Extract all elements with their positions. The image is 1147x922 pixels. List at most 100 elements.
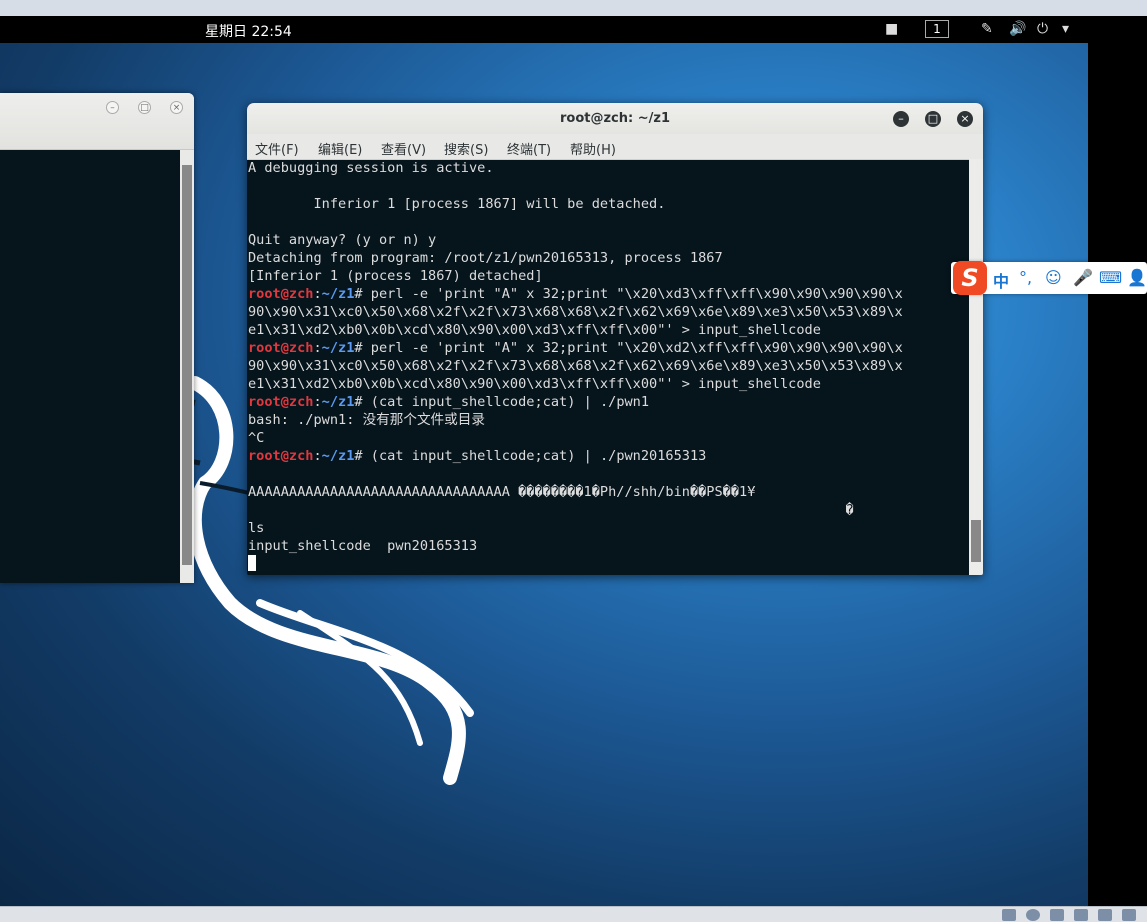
line-text: 90\x90\x31\xc0\x50\x68\x2f\x2f\x73\x68\x… xyxy=(248,304,903,320)
terminal-line: AAAAAAAAAAAAAAAAAAAAAAAAAAAAAAAA �������… xyxy=(248,483,968,501)
terminal-title: root@zch: ~/z1 xyxy=(560,111,670,126)
line-text: bash: ./pwn1: 没有那个文件或目录 xyxy=(248,412,485,428)
volume-icon[interactable]: 🔊 xyxy=(1009,21,1026,37)
disk-icon[interactable] xyxy=(1002,909,1016,921)
terminal-line: 90\x90\x31\xc0\x50\x68\x2f\x2f\x73\x68\x… xyxy=(248,357,968,375)
line-text: Quit anyway? (y or n) y xyxy=(248,232,437,248)
prompt-separator: : xyxy=(313,340,322,356)
workspace-indicator[interactable]: 1 xyxy=(925,20,949,38)
terminal-window: root@zch: ~/z1 – □ × 文件(F) 编辑(E) 查看(V) 搜… xyxy=(247,103,983,575)
background-window-titlebar[interactable]: – □ × xyxy=(0,93,194,150)
menu-help[interactable]: 帮助(H) xyxy=(570,139,616,158)
line-text: # perl -e 'print "A" x 32;print "\x20\xd… xyxy=(354,340,903,356)
sogou-logo-icon[interactable]: S xyxy=(953,261,987,295)
terminal-scrollbar[interactable] xyxy=(969,159,983,575)
line-text: [Inferior 1 (process 1867) detached] xyxy=(248,268,543,284)
ime-toolbar: S 中 °, ☺ 🎤 ⌨ 👤 xyxy=(951,261,1147,295)
display-icon[interactable] xyxy=(1122,909,1136,921)
line-text: A debugging session is active. xyxy=(248,160,494,176)
background-window-scrollbar-thumb[interactable] xyxy=(182,165,192,565)
line-text: # (cat input_shellcode;cat) | ./pwn20165… xyxy=(354,448,707,464)
user-icon[interactable]: 👤 xyxy=(1127,268,1147,287)
terminal-line: Inferior 1 [process 1867] will be detach… xyxy=(248,195,968,213)
prompt-separator: : xyxy=(313,286,322,302)
network-icon[interactable] xyxy=(1050,909,1064,921)
prompt-path: ~/z1 xyxy=(321,286,355,302)
usb-icon[interactable] xyxy=(1074,909,1088,921)
terminal-cursor xyxy=(248,555,256,571)
terminal-output[interactable]: A debugging session is active. Inferior … xyxy=(248,159,968,575)
terminal-line: bash: ./pwn1: 没有那个文件或目录 xyxy=(248,411,968,429)
camera-icon[interactable]: ■ xyxy=(885,21,898,37)
line-text: ^C xyxy=(248,430,265,446)
line-text: Detaching from program: /root/z1/pwn2016… xyxy=(248,250,723,266)
menu-view[interactable]: 查看(V) xyxy=(381,139,426,158)
shared-folder-icon[interactable] xyxy=(1098,909,1112,921)
terminal-line: ls xyxy=(248,519,968,537)
menu-terminal[interactable]: 终端(T) xyxy=(507,139,551,158)
menu-search[interactable]: 搜索(S) xyxy=(444,139,488,158)
microphone-icon[interactable]: 🎤 xyxy=(1073,268,1093,287)
pen-icon[interactable]: ✎ xyxy=(981,21,993,37)
line-text: ls xyxy=(248,520,265,536)
minimize-icon[interactable]: – xyxy=(106,101,119,114)
prompt-user: root@zch xyxy=(248,286,314,302)
maximize-icon[interactable]: □ xyxy=(138,101,151,114)
terminal-line: Quit anyway? (y or n) y xyxy=(248,231,968,249)
terminal-input-line[interactable] xyxy=(248,555,968,573)
prompt-path: ~/z1 xyxy=(321,340,355,356)
ime-punctuation[interactable]: °, xyxy=(1019,268,1032,287)
host-status-bar xyxy=(0,906,1147,922)
line-text: Inferior 1 [process 1867] will be detach… xyxy=(248,196,666,212)
prompt-separator: : xyxy=(313,448,322,464)
line-text: 90\x90\x31\xc0\x50\x68\x2f\x2f\x73\x68\x… xyxy=(248,358,903,374)
terminal-line: 90\x90\x31\xc0\x50\x68\x2f\x2f\x73\x68\x… xyxy=(248,303,968,321)
right-black-area xyxy=(1088,16,1147,906)
minimize-icon[interactable]: – xyxy=(893,111,909,127)
terminal-line: e1\x31\xd2\xb0\x0b\xcd\x80\x90\x00\xd3\x… xyxy=(248,375,968,393)
terminal-line: root@zch:~/z1# (cat input_shellcode;cat)… xyxy=(248,393,968,411)
terminal-line: root@zch:~/z1# perl -e 'print "A" x 32;p… xyxy=(248,285,968,303)
terminal-line: e1\x31\xd2\xb0\x0b\xcd\x80\x90\x00\xd3\x… xyxy=(248,321,968,339)
close-icon[interactable]: × xyxy=(170,101,183,114)
prompt-separator: : xyxy=(313,394,322,410)
smiley-icon[interactable]: ☺ xyxy=(1045,268,1062,287)
ime-chinese-mode[interactable]: 中 xyxy=(993,268,1009,292)
optical-drive-icon[interactable] xyxy=(1026,909,1040,921)
prompt-path: ~/z1 xyxy=(321,448,355,464)
line-text: AAAAAAAAAAAAAAAAAAAAAAAAAAAAAAAA �������… xyxy=(248,484,756,500)
line-text: e1\x31\xd2\xb0\x0b\xcd\x80\x90\x00\xd3\x… xyxy=(248,376,821,392)
prompt-path: ~/z1 xyxy=(321,394,355,410)
terminal-titlebar[interactable]: root@zch: ~/z1 – □ × xyxy=(247,103,983,134)
dropdown-icon[interactable]: ▾ xyxy=(1062,21,1069,37)
terminal-menubar: 文件(F) 编辑(E) 查看(V) 搜索(S) 终端(T) 帮助(H) xyxy=(247,134,983,160)
terminal-line: � xyxy=(248,501,968,519)
terminal-line: ^C xyxy=(248,429,968,447)
menu-file[interactable]: 文件(F) xyxy=(255,139,299,158)
terminal-line: root@zch:~/z1# (cat input_shellcode;cat)… xyxy=(248,447,968,465)
line-text: e1\x31\xd2\xb0\x0b\xcd\x80\x90\x00\xd3\x… xyxy=(248,322,821,338)
menu-edit[interactable]: 编辑(E) xyxy=(318,139,362,158)
terminal-line: A debugging session is active. xyxy=(248,159,968,177)
power-icon[interactable]: ⏻ xyxy=(1037,21,1048,37)
close-icon[interactable]: × xyxy=(957,111,973,127)
background-window-content xyxy=(0,150,180,583)
terminal-line: input_shellcode pwn20165313 xyxy=(248,537,968,555)
line-text: # (cat input_shellcode;cat) | ./pwn1 xyxy=(354,394,650,410)
prompt-user: root@zch xyxy=(248,448,314,464)
clock[interactable]: 星期日 22:54 xyxy=(205,21,292,41)
prompt-user: root@zch xyxy=(248,340,314,356)
keyboard-icon[interactable]: ⌨ xyxy=(1099,268,1122,287)
terminal-scrollbar-thumb[interactable] xyxy=(971,520,981,562)
background-window: – □ × xyxy=(0,93,194,583)
line-text: � xyxy=(248,502,854,518)
maximize-icon[interactable]: □ xyxy=(925,111,941,127)
terminal-line: Detaching from program: /root/z1/pwn2016… xyxy=(248,249,968,267)
top-panel: 星期日 22:54 ■ 1 ✎ 🔊 ⏻ ▾ xyxy=(0,16,1088,43)
line-text: input_shellcode pwn20165313 xyxy=(248,538,478,554)
host-top-bar xyxy=(0,0,1147,17)
prompt-user: root@zch xyxy=(248,394,314,410)
